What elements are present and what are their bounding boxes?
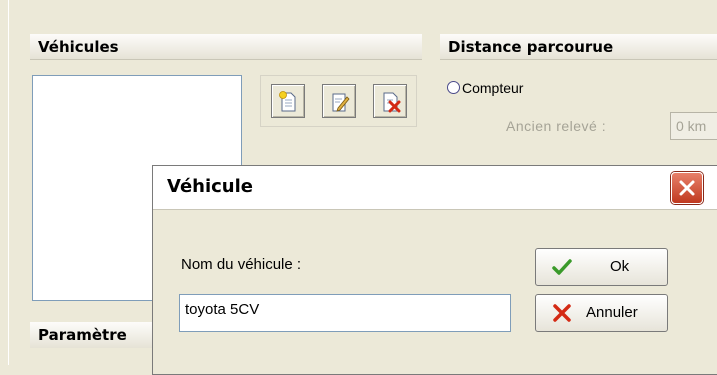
dialog-title-bar: Véhicule	[153, 166, 717, 210]
close-icon	[679, 180, 695, 196]
distance-section-title: Distance parcourue	[448, 38, 614, 56]
vehicle-toolbar	[260, 75, 417, 127]
params-section-title: Paramètre	[38, 326, 127, 344]
vehicles-section-title: Véhicules	[38, 38, 119, 56]
vehicle-dialog: Véhicule Nom du véhicule : toyota 5CV Ok…	[152, 165, 717, 375]
delete-vehicle-button[interactable]	[373, 84, 407, 118]
previous-reading-label: Ancien relevé :	[506, 118, 607, 134]
cancel-button-label: Annuler	[586, 304, 638, 321]
new-vehicle-button[interactable]	[271, 84, 305, 118]
previous-reading-field[interactable]: 0 km	[670, 112, 717, 140]
vehicle-name-input[interactable]: toyota 5CV	[179, 294, 511, 332]
distance-section-header: Distance parcourue	[440, 34, 717, 60]
cancel-button[interactable]: Annuler	[535, 294, 668, 332]
counter-radio-option[interactable]: Compteur	[447, 80, 523, 96]
cancel-x-icon	[553, 304, 571, 322]
ok-button[interactable]: Ok	[535, 248, 668, 286]
counter-radio-label: Compteur	[462, 80, 524, 96]
new-document-icon	[279, 91, 296, 112]
edit-icon	[332, 93, 350, 112]
delete-icon	[383, 92, 401, 113]
dialog-close-button[interactable]	[671, 172, 703, 204]
dialog-title: Véhicule	[167, 176, 254, 197]
checkmark-icon	[552, 259, 572, 275]
vehicle-name-label: Nom du véhicule :	[181, 256, 302, 273]
edit-vehicle-button[interactable]	[322, 84, 356, 118]
window-left-border	[0, 0, 9, 365]
counter-radio[interactable]	[447, 81, 460, 94]
vehicles-section-header: Véhicules	[30, 34, 422, 60]
ok-button-label: Ok	[610, 258, 630, 275]
